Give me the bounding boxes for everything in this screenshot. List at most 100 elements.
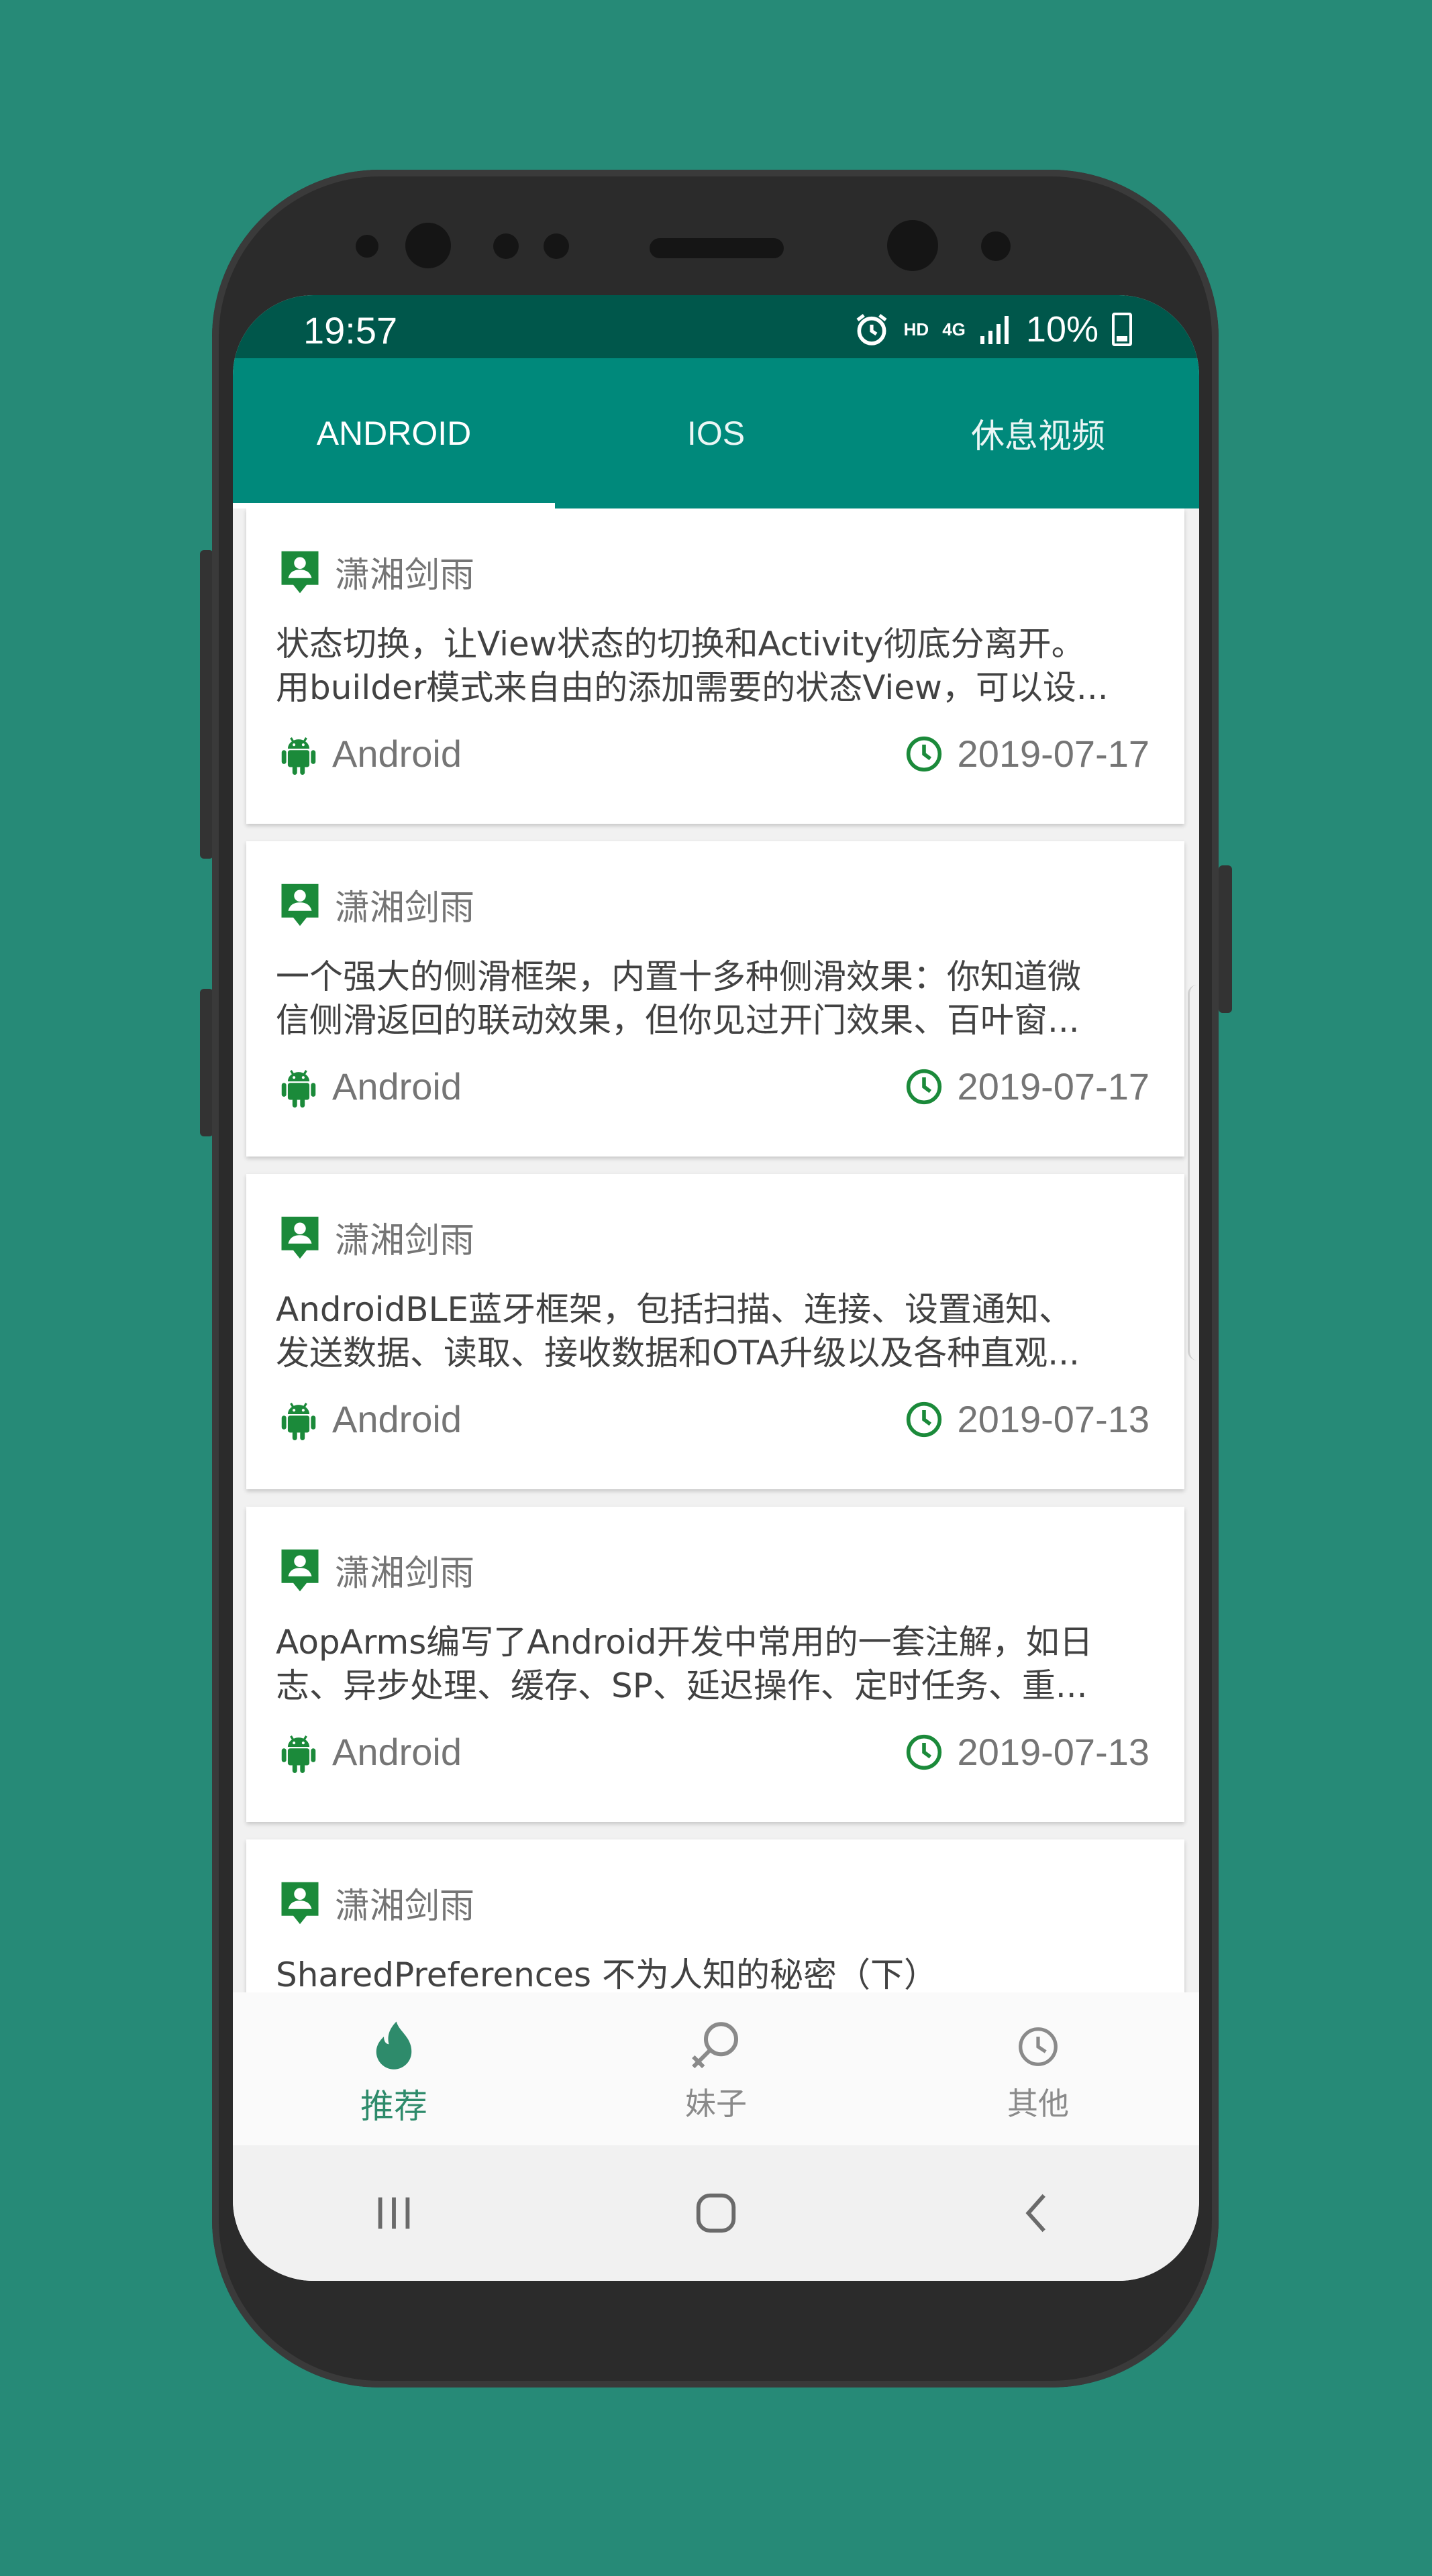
status-icons: HD 4G 10%	[853, 309, 1132, 350]
nav-label: 推荐	[360, 2087, 427, 2126]
flame-icon	[376, 2021, 412, 2070]
bixby-button	[200, 989, 213, 1136]
article-description: 状态切换，让View状态的切换和Activity彻底分离开。 用builder模…	[276, 623, 1147, 710]
description-line: SharedPreferences 不为人知的秘密（下）	[276, 1955, 937, 1992]
author-name: 潇湘剑雨	[335, 555, 475, 596]
tag-row: Android	[280, 1397, 462, 1441]
sensor-dot	[356, 235, 378, 258]
system-navigation-bar	[233, 2145, 1199, 2281]
android-icon	[281, 737, 316, 775]
tag-row: Android	[280, 1065, 462, 1108]
alarm-icon	[856, 313, 887, 345]
description-line: 状态切换，让View状态的切换和Activity彻底分离开。	[276, 625, 1085, 663]
author-name: 潇湘剑雨	[335, 888, 475, 928]
date-row: 2019-07-17	[905, 1065, 1149, 1108]
contact-icon	[281, 551, 319, 593]
tab-rest-video[interactable]: 休息视频	[877, 358, 1199, 508]
contact-icon	[281, 883, 319, 926]
contact-icon	[281, 1882, 319, 1924]
publish-date: 2019-07-17	[957, 1065, 1149, 1108]
article-description: AndroidBLE蓝牙框架，包括扫描、连接、设置通知、 发送数据、读取、接收数…	[276, 1288, 1147, 1375]
clock-icon	[906, 1734, 941, 1770]
article-card[interactable]: 潇湘剑雨 一个强大的侧滑框架，内置十多种侧滑效果：你知道微 信侧滑返回的联动效果…	[246, 841, 1184, 1157]
sensor-dot	[981, 231, 1011, 261]
description-line: 一个强大的侧滑框架，内置十多种侧滑效果：你知道微	[276, 957, 1081, 996]
date-row: 2019-07-17	[905, 732, 1149, 775]
category-tag: Android	[332, 1398, 462, 1440]
female-symbol-icon	[692, 2022, 738, 2069]
contact-icon	[281, 1216, 319, 1258]
back-icon	[1025, 2194, 1045, 2233]
earpiece-speaker	[650, 238, 784, 258]
recent-apps-icon	[378, 2197, 410, 2229]
author-row: 潇湘剑雨	[280, 1545, 474, 1595]
status-time: 19:57	[303, 309, 398, 352]
tag-row: Android	[280, 1730, 462, 1774]
clock-icon	[906, 736, 941, 771]
author-name: 潇湘剑雨	[335, 1886, 475, 1927]
phone-screen: 19:57 HD 4G 10% ANDROID IOS 休息视频 潇湘剑雨 状态…	[233, 295, 1199, 2281]
nav-recommend[interactable]: 推荐	[233, 1992, 555, 2145]
article-card[interactable]: 潇湘剑雨 AndroidBLE蓝牙框架，包括扫描、连接、设置通知、 发送数据、读…	[246, 1174, 1184, 1489]
home-icon	[696, 2193, 736, 2233]
tab-ios[interactable]: IOS	[555, 358, 877, 508]
back-button[interactable]	[998, 2173, 1078, 2253]
clock-icon	[1019, 2027, 1058, 2066]
article-description: 一个强大的侧滑框架，内置十多种侧滑效果：你知道微 信侧滑返回的联动效果，但你见过…	[276, 955, 1147, 1042]
author-name: 潇湘剑雨	[335, 1221, 475, 1261]
network-type: 4G	[942, 319, 966, 339]
signal-icon	[980, 316, 1009, 344]
nav-girls[interactable]: 妹子	[555, 1992, 877, 2145]
description-line: AopArms编写了Android开发中常用的一套注解，如日	[276, 1623, 1093, 1662]
description-line: 用builder模式来自由的添加需要的状态View，可以设...	[276, 668, 1109, 707]
article-description: AopArms编写了Android开发中常用的一套注解，如日 志、异步处理、缓存…	[276, 1621, 1147, 1708]
top-tab-bar: ANDROID IOS 休息视频	[233, 358, 1199, 508]
scroll-edge	[1188, 985, 1199, 1360]
category-tag: Android	[332, 1065, 462, 1108]
home-button[interactable]	[676, 2173, 756, 2253]
hd-indicator: HD	[903, 319, 929, 339]
category-tag: Android	[332, 733, 462, 775]
android-icon	[281, 1402, 316, 1440]
power-button	[1219, 865, 1232, 1013]
sensor-dot	[544, 233, 569, 259]
clock-icon	[906, 1401, 941, 1437]
author-name: 潇湘剑雨	[335, 1554, 475, 1594]
front-camera	[405, 223, 451, 268]
clock-icon	[906, 1069, 941, 1104]
article-card[interactable]: 潇湘剑雨 状态切换，让View状态的切换和Activity彻底分离开。 用bui…	[246, 508, 1184, 824]
sensor-dot	[493, 233, 519, 259]
android-icon	[281, 1735, 316, 1773]
publish-date: 2019-07-13	[957, 1731, 1149, 1773]
date-row: 2019-07-13	[905, 1397, 1149, 1441]
recent-apps-button[interactable]	[354, 2173, 434, 2253]
nav-other[interactable]: 其他	[877, 1992, 1199, 2145]
volume-button	[200, 550, 213, 859]
description-line: 发送数据、读取、接收数据和OTA升级以及各种直观...	[276, 1334, 1080, 1373]
tab-indicator	[233, 503, 555, 508]
publish-date: 2019-07-17	[957, 733, 1149, 775]
article-description: SharedPreferences 不为人知的秘密（下）	[276, 1953, 1147, 1992]
tab-android[interactable]: ANDROID	[233, 358, 555, 508]
publish-date: 2019-07-13	[957, 1398, 1149, 1440]
author-row: 潇湘剑雨	[280, 547, 474, 597]
battery-percent: 10%	[1025, 309, 1098, 350]
article-card[interactable]: 潇湘剑雨 SharedPreferences 不为人知的秘密（下）	[246, 1839, 1184, 1992]
article-card[interactable]: 潇湘剑雨 AopArms编写了Android开发中常用的一套注解，如日 志、异步…	[246, 1507, 1184, 1822]
author-row: 潇湘剑雨	[280, 1878, 474, 1928]
description-line: 志、异步处理、缓存、SP、延迟操作、定时任务、重...	[276, 1666, 1088, 1705]
nav-label: 其他	[1007, 2086, 1069, 2122]
status-bar: 19:57 HD 4G 10%	[233, 295, 1199, 358]
tag-row: Android	[280, 732, 462, 775]
description-line: AndroidBLE蓝牙框架，包括扫描、连接、设置通知、	[276, 1290, 1073, 1329]
android-icon	[281, 1069, 316, 1108]
iris-camera	[887, 220, 938, 271]
category-tag: Android	[332, 1731, 462, 1773]
author-row: 潇湘剑雨	[280, 1212, 474, 1263]
article-list[interactable]: 潇湘剑雨 状态切换，让View状态的切换和Activity彻底分离开。 用bui…	[233, 508, 1199, 1992]
description-line: 信侧滑返回的联动效果，但你见过开门效果、百叶窗...	[276, 1001, 1080, 1040]
battery-icon	[1112, 313, 1132, 346]
author-row: 潇湘剑雨	[280, 879, 474, 930]
date-row: 2019-07-13	[905, 1730, 1149, 1774]
bottom-navigation: 推荐 妹子 其他	[233, 1992, 1199, 2145]
